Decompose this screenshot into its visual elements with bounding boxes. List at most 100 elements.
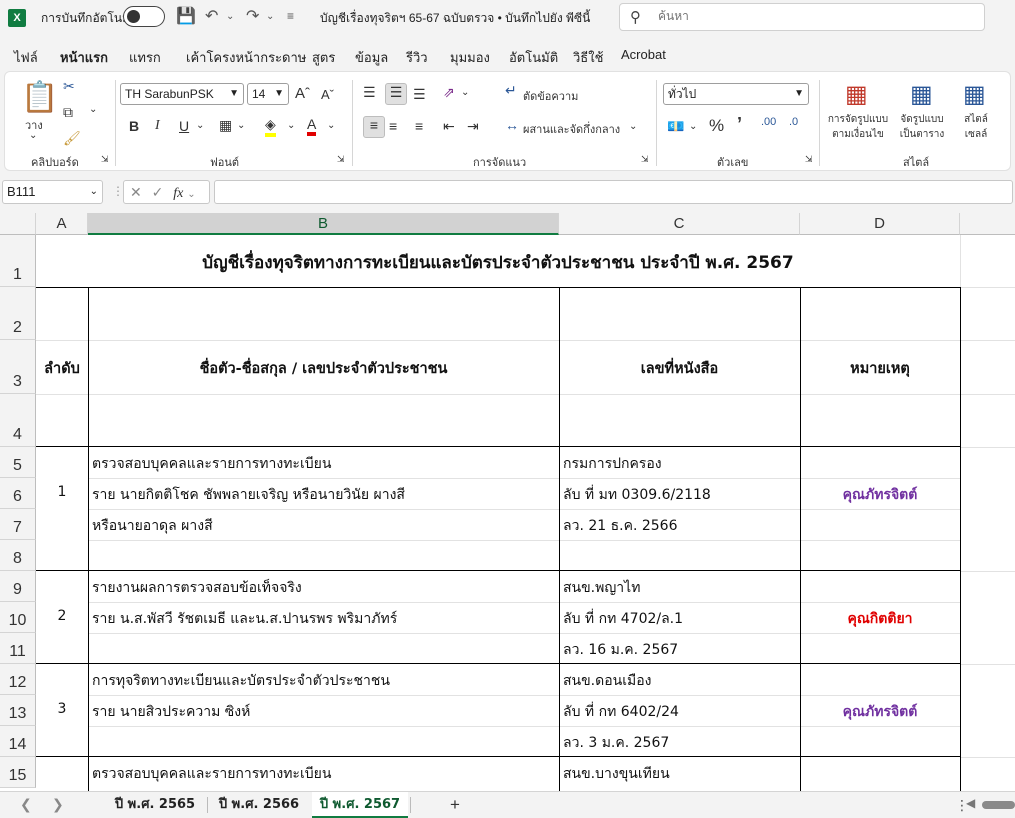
align-bottom-icon[interactable]: ☰ [413, 86, 426, 103]
alignment-launcher-icon[interactable]: ⇲ [641, 154, 649, 165]
fill-color-icon[interactable]: ◈ [265, 116, 276, 137]
add-sheet-button[interactable]: + [450, 795, 460, 815]
row-header[interactable]: 1 [0, 235, 36, 287]
select-all-corner[interactable] [0, 213, 36, 235]
cancel-icon[interactable]: ✕ [130, 184, 142, 200]
undo-icon[interactable]: ↶ [205, 6, 218, 26]
italic-button[interactable]: I [155, 118, 160, 134]
fill-dropdown-icon[interactable]: ⌄ [287, 120, 295, 131]
chevron-down-icon[interactable]: ⌄ [187, 189, 195, 200]
row-header[interactable]: 11 [0, 633, 36, 664]
redo-dropdown-icon[interactable]: ⌄ [266, 11, 274, 22]
align-left-icon[interactable]: ≡ [363, 116, 385, 138]
tab-help[interactable]: วิธีใช้ [573, 47, 603, 68]
conditional-formatting-label-2[interactable]: ตามเงื่อนไข [827, 127, 889, 142]
font-size-combo[interactable]: 14 ▼ [247, 83, 289, 105]
column-header-c[interactable]: C [559, 213, 800, 235]
format-as-table-label-2[interactable]: เป็นตาราง [895, 127, 949, 142]
name-box[interactable]: B111 ⌄ [2, 180, 103, 204]
bold-button[interactable]: B [129, 118, 139, 134]
increase-indent-icon[interactable]: ⇥ [467, 118, 479, 135]
cell-styles-label-2[interactable]: เซลล์ [955, 127, 997, 142]
align-middle-icon[interactable]: ☰ [385, 83, 407, 105]
borders-dropdown-icon[interactable]: ⌄ [237, 120, 245, 131]
previous-sheet-icon[interactable]: ❮ [20, 796, 32, 813]
row-header[interactable]: 5 [0, 447, 36, 478]
tab-home[interactable]: หน้าแรก [60, 47, 108, 74]
tab-review[interactable]: รีวิว [406, 47, 428, 68]
tab-insert[interactable]: แทรก [129, 47, 161, 68]
font-launcher-icon[interactable]: ⇲ [337, 154, 345, 165]
undo-dropdown-icon[interactable]: ⌄ [226, 11, 234, 22]
wrap-text-icon[interactable]: ↵ [505, 82, 517, 99]
row-header[interactable]: 9 [0, 571, 36, 602]
number-format-combo[interactable]: ทั่วไป ▼ [663, 83, 809, 105]
conditional-formatting-icon[interactable]: ▦ [845, 80, 868, 109]
increase-decimal-icon[interactable]: .00 [761, 116, 776, 128]
decrease-decimal-icon[interactable]: .0 [789, 116, 798, 128]
format-as-table-icon[interactable]: ▦ [910, 80, 933, 109]
row-header[interactable]: 14 [0, 726, 36, 757]
orientation-icon[interactable]: ⇗ [443, 84, 455, 101]
format-as-table-label-1[interactable]: จัดรูปแบบ [895, 112, 949, 127]
tab-formulas[interactable]: สูตร [312, 47, 335, 68]
underline-dropdown-icon[interactable]: ⌄ [196, 120, 204, 131]
worksheet-grid[interactable]: A B C D 1 2 3 4 5 6 7 8 9 10 11 12 13 14… [0, 213, 1015, 791]
row-header[interactable]: 10 [0, 602, 36, 633]
font-color-dropdown-icon[interactable]: ⌄ [327, 120, 335, 131]
clipboard-launcher-icon[interactable]: ⇲ [101, 154, 109, 165]
row-header[interactable]: 8 [0, 540, 36, 571]
tab-automate[interactable]: อัตโนมัติ [509, 47, 558, 68]
tab-data[interactable]: ข้อมูล [355, 47, 388, 68]
column-header-d[interactable]: D [800, 213, 960, 235]
cell-styles-label-1[interactable]: สไตล์ [955, 112, 997, 127]
tab-file[interactable]: ไฟล์ [14, 47, 38, 68]
column-header-b[interactable]: B [88, 213, 559, 235]
enter-icon[interactable]: ✓ [152, 184, 164, 200]
redo-icon[interactable]: ↷ [246, 6, 259, 26]
sheet-tab-2567[interactable]: ปี พ.ศ. 2567 [312, 792, 408, 818]
sheet-tab-2565[interactable]: ปี พ.ศ. 2565 [104, 792, 206, 818]
next-sheet-icon[interactable]: ❯ [52, 796, 64, 813]
accounting-dropdown-icon[interactable]: ⌄ [689, 121, 697, 132]
scroll-left-icon[interactable]: ◀ [966, 796, 975, 810]
align-top-icon[interactable]: ☰ [363, 84, 376, 101]
row-header[interactable]: 13 [0, 695, 36, 726]
number-launcher-icon[interactable]: ⇲ [805, 154, 813, 165]
row-header[interactable]: 7 [0, 509, 36, 540]
decrease-indent-icon[interactable]: ⇤ [443, 118, 455, 135]
merge-center-label[interactable]: ผสานและจัดกึ่งกลาง [523, 120, 620, 138]
autosave-toggle[interactable] [123, 6, 165, 27]
increase-font-icon[interactable]: Aˆ [295, 85, 310, 102]
tab-acrobat[interactable]: Acrobat [621, 47, 666, 62]
insert-function-icon[interactable]: fx [173, 186, 183, 201]
font-name-combo[interactable]: TH SarabunPSK ▼ [120, 83, 244, 105]
row-header[interactable]: 12 [0, 664, 36, 695]
row-header[interactable]: 6 [0, 478, 36, 509]
horizontal-scrollbar-thumb[interactable] [982, 801, 1015, 809]
column-header-a[interactable]: A [36, 213, 88, 235]
sheet-tab-2566[interactable]: ปี พ.ศ. 2566 [208, 792, 310, 818]
copy-icon[interactable]: ⧉ [63, 104, 73, 121]
row-header[interactable]: 4 [0, 394, 36, 447]
cell-styles-icon[interactable]: ▦ [963, 80, 986, 109]
accounting-format-icon[interactable]: 💶 [667, 118, 684, 135]
row-header[interactable]: 15 [0, 757, 36, 788]
formula-input[interactable] [214, 180, 1013, 204]
percent-style-icon[interactable]: % [709, 116, 724, 136]
column-header-e[interactable] [960, 213, 1015, 235]
row-header[interactable]: 2 [0, 287, 36, 340]
comma-style-icon[interactable]: ’ [737, 114, 742, 135]
row-header[interactable]: 3 [0, 340, 36, 394]
wrap-text-label[interactable]: ตัดข้อความ [523, 87, 578, 105]
search-box[interactable]: ⚲ [619, 3, 985, 31]
save-icon[interactable]: 💾 [176, 6, 196, 26]
tab-page-layout[interactable]: เค้าโครงหน้ากระดาษ [186, 47, 306, 68]
orientation-dropdown-icon[interactable]: ⌄ [461, 87, 469, 98]
borders-icon[interactable]: ▦ [219, 117, 232, 134]
format-painter-icon[interactable]: 🖌 [63, 130, 81, 147]
tab-view[interactable]: มุมมอง [450, 47, 490, 68]
paste-dropdown-icon[interactable]: ⌄ [29, 130, 37, 141]
search-input[interactable] [658, 9, 958, 23]
align-center-icon[interactable]: ≡ [389, 118, 397, 134]
